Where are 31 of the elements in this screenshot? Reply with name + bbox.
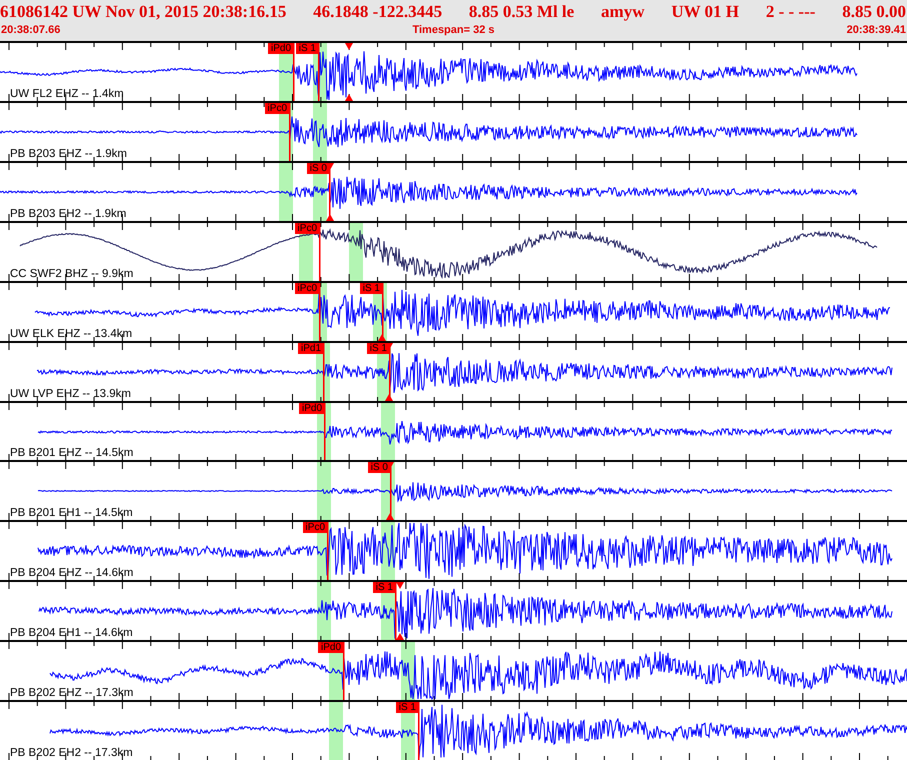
station-label: CC SWF2 BHZ -- 9.9km xyxy=(10,268,134,281)
start-time: 20:38:07.66 xyxy=(1,23,60,38)
station-label: PB B202 EHZ -- 17.3km xyxy=(10,687,134,700)
station-label: PB B204 EHZ -- 14.6km xyxy=(10,567,134,580)
event-field: 8.85 0.53 Ml le xyxy=(468,1,574,23)
pick-marker-icon xyxy=(345,43,353,50)
timespan-label: Timespan= 32 s xyxy=(412,23,495,38)
pick-window-band xyxy=(329,702,343,760)
event-field: 61086142 UW Nov 01, 2015 20:38:16.15 xyxy=(0,1,286,23)
station-label: UW LVP EHZ -- 13.9km xyxy=(10,388,131,401)
event-field: 46.1848 -122.3445 xyxy=(313,1,442,23)
event-field: 8.85 0.00 xyxy=(842,1,906,23)
pick-window-band xyxy=(317,462,331,520)
station-label: UW FL2 EHZ -- 1.4km xyxy=(10,88,124,101)
end-time: 20:38:39.41 xyxy=(846,23,906,38)
pick-marker-icon xyxy=(396,633,404,640)
station-label: PB B203 EHZ -- 1.9km xyxy=(10,148,127,161)
station-label: UW ELK EHZ -- 13.4km xyxy=(10,328,132,341)
pick-marker-icon xyxy=(396,582,404,590)
station-label: PB B204 EH1 -- 14.6km xyxy=(10,627,133,640)
pick-window-band xyxy=(279,162,293,221)
pick-marker-icon xyxy=(345,94,353,101)
station-label: PB B202 EH2 -- 17.3km xyxy=(10,747,133,760)
event-field: amyw xyxy=(601,1,644,23)
event-field: UW 01 H xyxy=(671,1,740,23)
pick-window-band xyxy=(381,402,395,460)
station-label: PB B201 EH1 -- 14.5km xyxy=(10,507,133,520)
event-field: 2 - - --- xyxy=(766,1,816,23)
pick-marker-icon xyxy=(326,214,334,221)
station-label: PB B203 EH2 -- 1.9km xyxy=(10,208,126,221)
station-label: PB B201 EHZ -- 14.5km xyxy=(10,447,134,460)
